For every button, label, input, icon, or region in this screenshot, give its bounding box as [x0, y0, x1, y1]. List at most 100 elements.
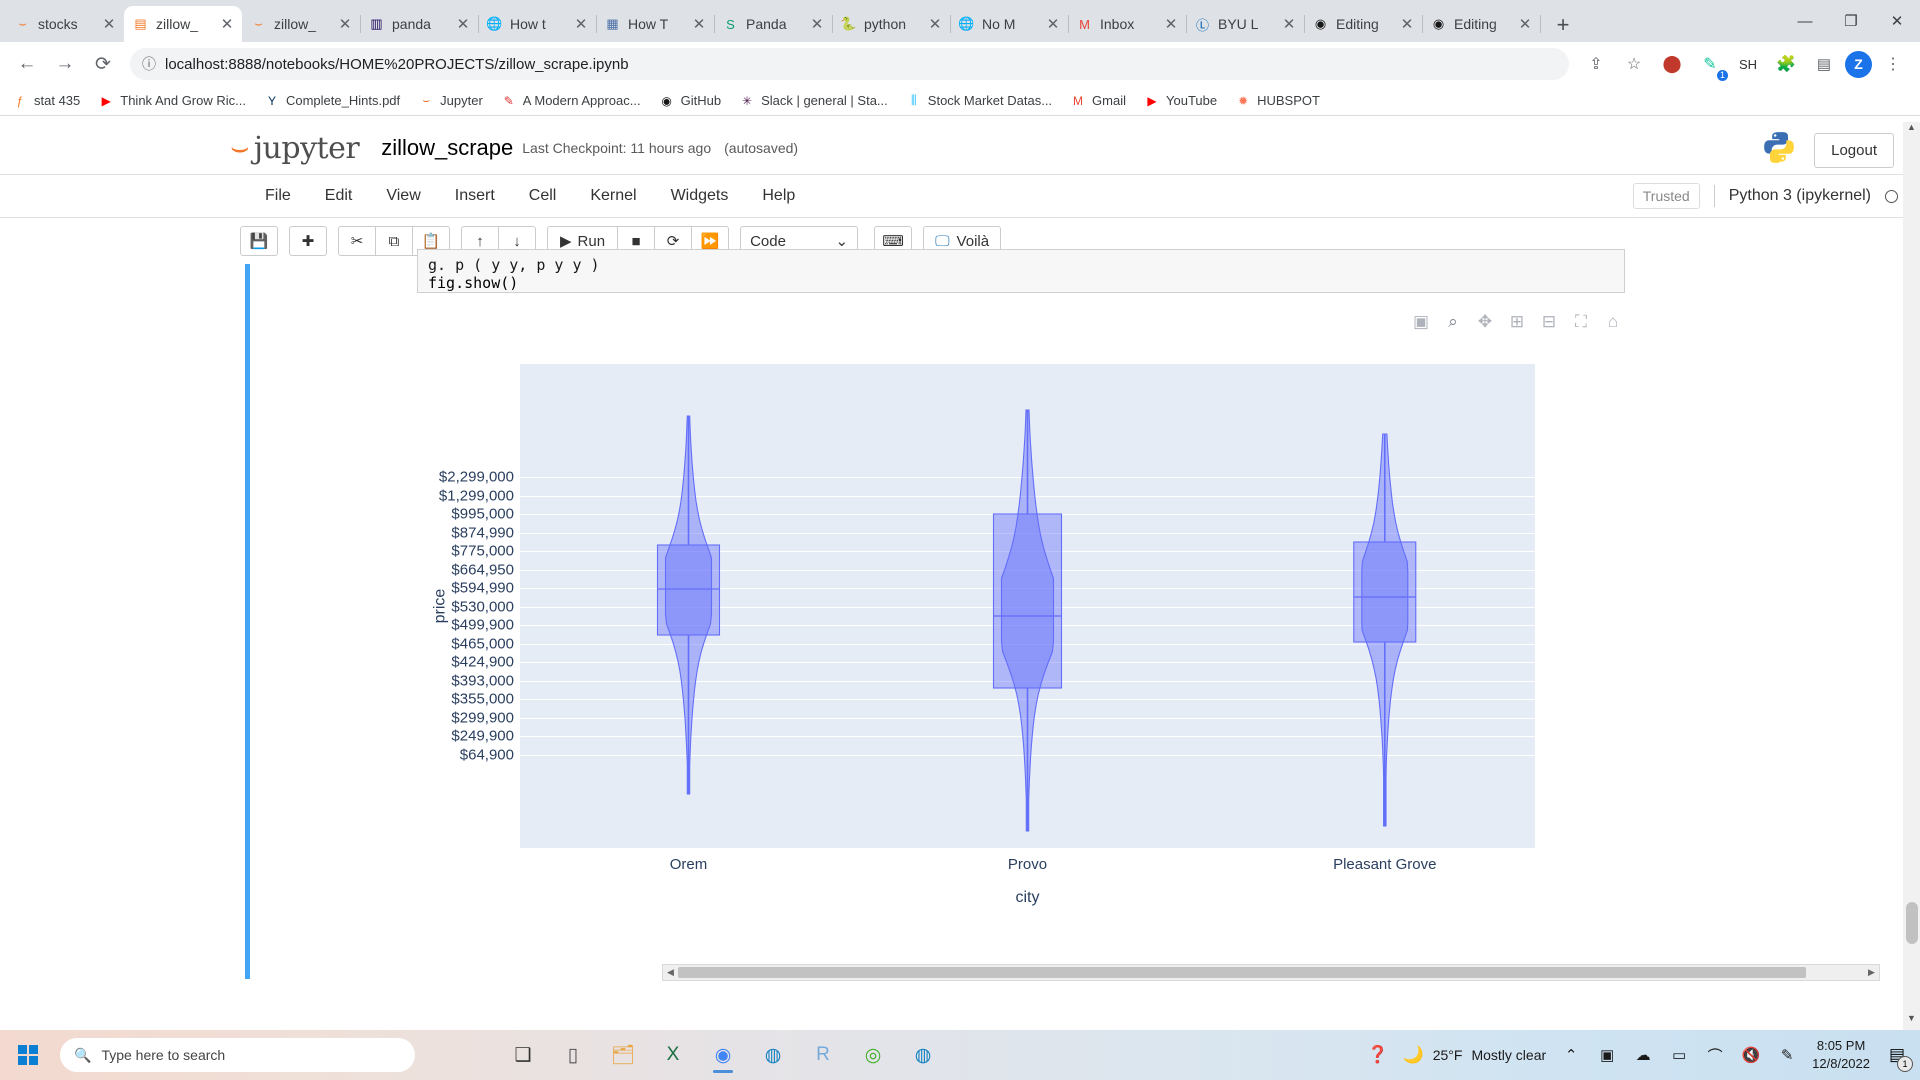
menu-item-edit[interactable]: Edit [308, 187, 370, 205]
browser-tab[interactable]: 🌐No M✕ [950, 6, 1068, 42]
close-window-button[interactable]: ✕ [1874, 0, 1920, 42]
adblock-extension-icon[interactable]: ⬤ [1655, 47, 1689, 81]
browser-tab[interactable]: ▥panda✕ [360, 6, 478, 42]
edge-2-icon[interactable]: ◍ [905, 1035, 941, 1075]
edge-icon[interactable]: ◍ [755, 1035, 791, 1075]
close-tab-button[interactable]: ✕ [692, 17, 706, 32]
chrome-icon[interactable]: ◉ [705, 1035, 741, 1075]
copy-button[interactable]: ⧉ [375, 226, 413, 256]
close-tab-button[interactable]: ✕ [1046, 17, 1060, 32]
close-tab-button[interactable]: ✕ [1282, 17, 1296, 32]
help-icon[interactable]: ❓ [1367, 1045, 1389, 1065]
bookmark-item[interactable]: ▶YouTube [1144, 93, 1217, 109]
browser-tab[interactable]: ▤zillow_✕ [124, 6, 242, 42]
close-tab-button[interactable]: ✕ [928, 17, 942, 32]
webcam-icon[interactable]: ▣ [1596, 1046, 1618, 1064]
close-tab-button[interactable]: ✕ [810, 17, 824, 32]
bookmark-item[interactable]: ⌣Jupyter [418, 93, 483, 109]
new-tab-button[interactable]: + [1546, 8, 1580, 42]
zoom-icon[interactable]: ⌕ [1443, 312, 1463, 332]
bookmark-item[interactable]: ƒstat 435 [12, 93, 80, 109]
reset-axes-icon[interactable]: ⌂ [1603, 312, 1623, 332]
menu-item-cell[interactable]: Cell [512, 187, 574, 205]
menu-item-widgets[interactable]: Widgets [654, 187, 746, 205]
browser-tab[interactable]: SPanda✕ [714, 6, 832, 42]
bookmark-item[interactable]: ▶Think And Grow Ric... [98, 93, 246, 109]
close-tab-button[interactable]: ✕ [1400, 17, 1414, 32]
bookmark-item[interactable]: ⫼Stock Market Datas... [906, 93, 1052, 109]
search-input[interactable]: 🔍 Type here to search [60, 1038, 415, 1072]
kernel-name[interactable]: Python 3 (ipykernel) [1729, 187, 1871, 205]
close-tab-button[interactable]: ✕ [220, 17, 234, 32]
task-view-icon[interactable]: ❑ [505, 1035, 541, 1075]
menu-item-kernel[interactable]: Kernel [573, 187, 653, 205]
close-tab-button[interactable]: ✕ [1518, 17, 1532, 32]
browser-tab[interactable]: 🌐How t✕ [478, 6, 596, 42]
browser-tab[interactable]: ◉Editing✕ [1422, 6, 1540, 42]
forward-button[interactable]: → [48, 47, 82, 81]
volume-muted-icon[interactable]: 🔇 [1740, 1046, 1762, 1064]
file-explorer-icon[interactable]: 🗂 [605, 1035, 641, 1075]
chevron-up-icon[interactable]: ⌃ [1560, 1046, 1582, 1064]
maximize-button[interactable]: ❐ [1828, 0, 1874, 42]
browser-tab[interactable]: ◉Editing✕ [1304, 6, 1422, 42]
scroll-right-arrow[interactable]: ▶ [1864, 967, 1879, 978]
scroll-left-arrow[interactable]: ◀ [663, 967, 678, 978]
scroll-down-arrow[interactable]: ▼ [1903, 1013, 1920, 1030]
scroll-up-arrow[interactable]: ▲ [1903, 122, 1920, 139]
jupyter-logo[interactable]: ⌣ jupyter [230, 131, 359, 166]
notebook-name[interactable]: zillow_scrape [381, 135, 513, 161]
menu-item-insert[interactable]: Insert [438, 187, 512, 205]
bookmark-item[interactable]: ✳Slack | general | Sta... [739, 93, 888, 109]
anaconda-icon[interactable]: ◎ [855, 1035, 891, 1075]
scrollbar-thumb[interactable] [678, 967, 1806, 978]
bookmark-item[interactable]: ✎A Modern Approac... [501, 93, 641, 109]
windows-icon[interactable] [10, 1037, 46, 1073]
wifi-icon[interactable]: ⌒ [1704, 1045, 1726, 1066]
menu-item-help[interactable]: Help [745, 187, 812, 205]
bookmark-item[interactable]: ◉GitHub [659, 93, 721, 109]
insert-cell-button[interactable]: ✚ [289, 226, 327, 256]
browser-tab[interactable]: ⌣stocks✕ [6, 6, 124, 42]
menu-item-view[interactable]: View [369, 187, 437, 205]
save-button[interactable]: 💾 [240, 226, 278, 256]
weather-widget[interactable]: 🌙 25°F Mostly clear [1403, 1045, 1547, 1065]
browser-tab[interactable]: 🐍python✕ [832, 6, 950, 42]
profile-initials[interactable]: SH [1731, 47, 1765, 81]
excel-icon[interactable]: X [655, 1035, 691, 1075]
pan-icon[interactable]: ✥ [1475, 312, 1495, 332]
address-bar[interactable]: ⓘ localhost:8888/notebooks/HOME%20PROJEC… [130, 48, 1569, 80]
widgets-icon[interactable]: ▯ [555, 1035, 591, 1075]
logout-button[interactable]: Logout [1814, 133, 1894, 168]
chrome-menu-icon[interactable]: ⋮ [1876, 47, 1910, 81]
sidepanel-icon[interactable]: ▤ [1807, 47, 1841, 81]
menu-item-file[interactable]: File [248, 187, 308, 205]
cut-button[interactable]: ✂ [338, 226, 376, 256]
share-icon[interactable]: ⇪ [1579, 47, 1613, 81]
onedrive-icon[interactable]: ☁ [1632, 1046, 1654, 1064]
trusted-badge[interactable]: Trusted [1633, 183, 1700, 209]
close-tab-button[interactable]: ✕ [338, 17, 352, 32]
star-icon[interactable]: ☆ [1617, 47, 1651, 81]
bookmark-item[interactable]: MGmail [1070, 93, 1126, 109]
browser-tab[interactable]: ▦How T✕ [596, 6, 714, 42]
output-horizontal-scrollbar[interactable]: ◀ ▶ [662, 964, 1880, 981]
notification-icon[interactable]: ▤ 1 [1884, 1040, 1910, 1070]
violin-trace[interactable] [520, 364, 1535, 848]
clock[interactable]: 8:05 PM 12/8/2022 [1812, 1037, 1870, 1072]
extensions-icon[interactable]: 🧩 [1769, 47, 1803, 81]
back-button[interactable]: ← [10, 47, 44, 81]
grammarly-extension-icon[interactable]: ✎ 1 [1693, 47, 1727, 81]
pen-icon[interactable]: ✎ [1776, 1046, 1798, 1064]
zoom-out-icon[interactable]: ⊟ [1539, 312, 1559, 332]
page-scrollbar-thumb[interactable] [1906, 902, 1918, 944]
zoom-in-icon[interactable]: ⊞ [1507, 312, 1527, 332]
rstudio-icon[interactable]: R [805, 1035, 841, 1075]
browser-tab[interactable]: ⌣zillow_✕ [242, 6, 360, 42]
avatar[interactable]: Z [1845, 51, 1872, 78]
camera-icon[interactable]: ▣ [1411, 312, 1431, 332]
close-tab-button[interactable]: ✕ [1164, 17, 1178, 32]
close-tab-button[interactable]: ✕ [456, 17, 470, 32]
bookmark-item[interactable]: ✹HUBSPOT [1235, 93, 1320, 109]
code-editor[interactable]: g. p ( y y, p y y ) fig.show() [417, 249, 1625, 293]
